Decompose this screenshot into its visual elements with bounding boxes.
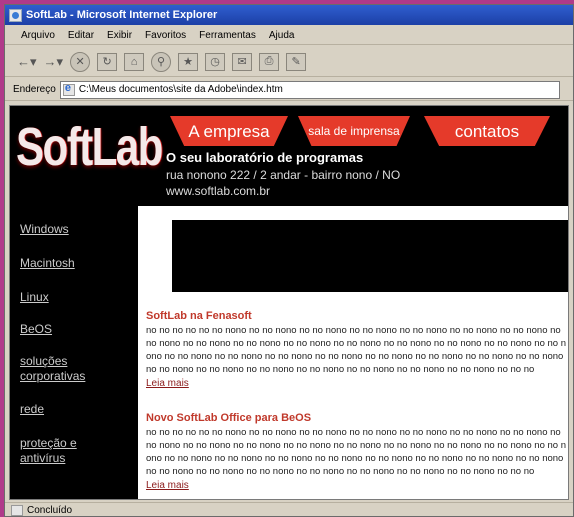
banner-area xyxy=(172,220,568,292)
sidebar-link-rede[interactable]: rede xyxy=(20,402,44,417)
sidebar-link-solucoes-corporativas[interactable]: soluções corporativas xyxy=(20,354,120,384)
page-icon xyxy=(62,82,75,96)
sidebar-link-windows[interactable]: Windows xyxy=(20,222,69,237)
status-bar: Concluído xyxy=(5,502,573,516)
ie-icon xyxy=(9,8,22,22)
menu-bar: Arquivo Editar Exibir Favoritos Ferramen… xyxy=(5,27,573,45)
search-icon[interactable]: ⚲ xyxy=(151,51,172,72)
window-title: SoftLab - Microsoft Internet Explorer xyxy=(26,9,218,21)
sidebar-link-protecao-antivirus[interactable]: proteção e antivírus xyxy=(20,436,110,466)
news-body: no no no no no no nono no no nono no no … xyxy=(146,325,566,375)
refresh-icon[interactable]: ↻ xyxy=(97,52,118,71)
address-label: Endereço xyxy=(13,84,56,95)
status-text: Concluído xyxy=(27,505,73,516)
menu-favoritos[interactable]: Favoritos xyxy=(145,30,186,41)
news-title[interactable]: Novo SoftLab Office para BeOS xyxy=(146,412,566,424)
history-icon[interactable]: ◷ xyxy=(205,52,226,71)
back-arrow-icon[interactable]: ←▾ xyxy=(17,51,37,73)
nav-sala-de-imprensa[interactable]: sala de imprensa xyxy=(298,116,410,146)
forward-arrow-icon[interactable]: →▾ xyxy=(44,51,64,73)
sidebar-link-macintosh[interactable]: Macintosh xyxy=(20,256,75,271)
sidebar-link-beos[interactable]: BeOS xyxy=(20,322,52,337)
news-title[interactable]: SoftLab na Fenasoft xyxy=(146,310,566,322)
read-more-link[interactable]: Leia mais xyxy=(146,378,566,389)
site-header: SoftLab A empresa sala de imprensa conta… xyxy=(10,106,568,206)
nav-contatos[interactable]: contatos xyxy=(424,116,550,146)
toolbar: ←▾ →▾ ✕ ↻ ⌂ ⚲ ★ ◷ ✉ ⎙ ✎ xyxy=(5,47,573,77)
softlab-logo: SoftLab xyxy=(16,117,163,177)
site-url: www.softlab.com.br xyxy=(166,184,271,198)
title-bar: SoftLab - Microsoft Internet Explorer xyxy=(5,5,573,25)
edit-icon[interactable]: ✎ xyxy=(286,52,307,71)
news-item: Novo SoftLab Office para BeOS no no no n… xyxy=(146,412,566,491)
nav-empresa[interactable]: A empresa xyxy=(170,116,288,146)
menu-ferramentas[interactable]: Ferramentas xyxy=(199,30,256,41)
stop-icon[interactable]: ✕ xyxy=(70,51,91,72)
site-tagline: O seu laboratório de programas xyxy=(166,150,364,165)
sidebar-link-linux[interactable]: Linux xyxy=(20,290,49,305)
news-body: no no no no no no nono no no nono no no … xyxy=(146,427,566,477)
site-address: rua nonono 222 / 2 andar - bairro nono /… xyxy=(166,168,401,182)
mail-icon[interactable]: ✉ xyxy=(232,52,253,71)
browser-window: SoftLab - Microsoft Internet Explorer Ar… xyxy=(4,4,574,517)
status-page-icon xyxy=(11,505,23,516)
menu-editar[interactable]: Editar xyxy=(68,30,94,41)
sidebar: Windows Macintosh Linux BeOS soluções co… xyxy=(10,206,138,499)
home-icon[interactable]: ⌂ xyxy=(124,52,145,71)
print-icon[interactable]: ⎙ xyxy=(259,52,280,71)
menu-arquivo[interactable]: Arquivo xyxy=(21,30,55,41)
read-more-link[interactable]: Leia mais xyxy=(146,480,566,491)
address-value: C:\Meus documentos\site da Adobe\index.h… xyxy=(78,84,283,95)
news-item: SoftLab na Fenasoft no no no no no no no… xyxy=(146,310,566,389)
page-viewport: SoftLab A empresa sala de imprensa conta… xyxy=(9,105,569,500)
address-field[interactable]: C:\Meus documentos\site da Adobe\index.h… xyxy=(59,80,560,99)
menu-ajuda[interactable]: Ajuda xyxy=(269,30,295,41)
favorites-icon[interactable]: ★ xyxy=(178,52,199,71)
address-bar: Endereço C:\Meus documentos\site da Adob… xyxy=(5,79,573,101)
menu-exibir[interactable]: Exibir xyxy=(107,30,132,41)
main-content: SoftLab na Fenasoft no no no no no no no… xyxy=(138,206,568,499)
